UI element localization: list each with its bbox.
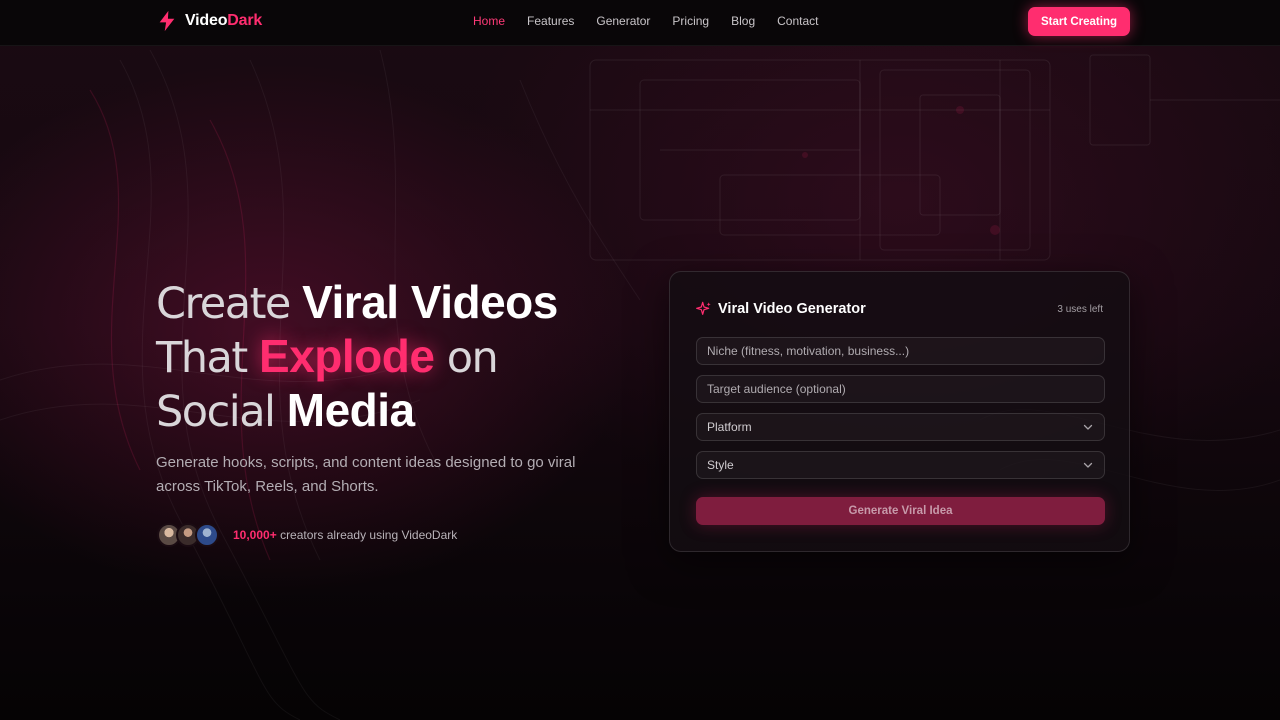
chevron-down-icon	[1083, 424, 1093, 430]
top-navigation-bar: VideoDark Home Features Generator Pricin…	[0, 0, 1280, 46]
avatar	[195, 523, 219, 547]
chevron-down-icon	[1083, 462, 1093, 468]
generator-title: Viral Video Generator	[718, 301, 866, 317]
brand-logo[interactable]: VideoDark	[156, 10, 262, 32]
creator-count-label: creators already using VideoDark	[280, 528, 458, 542]
style-select[interactable]: Style	[696, 451, 1105, 479]
nav-link-pricing[interactable]: Pricing	[672, 14, 709, 28]
nav-link-features[interactable]: Features	[527, 14, 574, 28]
hero-subtitle: Generate hooks, scripts, and content ide…	[156, 454, 576, 495]
uses-left-counter: 3 uses left	[1057, 304, 1103, 315]
nav-link-blog[interactable]: Blog	[731, 14, 755, 28]
niche-input[interactable]	[696, 337, 1105, 365]
social-proof: 10,000+ creators already using VideoDark	[157, 523, 457, 547]
brand-name: VideoDark	[185, 12, 263, 29]
generator-header: Viral Video Generator	[696, 301, 866, 317]
nav-links: Home Features Generator Pricing Blog Con…	[462, 14, 829, 28]
creator-avatars	[157, 523, 219, 547]
nav-link-generator[interactable]: Generator	[596, 14, 650, 28]
generate-viral-idea-button[interactable]: Generate Viral Idea	[696, 497, 1105, 525]
viral-video-generator-card: Viral Video Generator 3 uses left Platfo…	[669, 271, 1130, 552]
creator-count: 10,000+	[233, 528, 277, 542]
platform-select[interactable]: Platform	[696, 413, 1105, 441]
nav-link-home[interactable]: Home	[473, 14, 505, 28]
start-creating-button[interactable]: Start Creating	[1028, 7, 1130, 36]
style-select-label: Style	[707, 458, 734, 472]
social-proof-text: 10,000+ creators already using VideoDark	[233, 528, 457, 542]
sparkle-icon	[696, 301, 711, 315]
hero-headline: Create Viral Videos That Explode on Soci…	[156, 276, 558, 437]
lightning-bolt-icon	[159, 10, 175, 32]
nav-link-contact[interactable]: Contact	[777, 14, 818, 28]
platform-select-label: Platform	[707, 420, 752, 434]
target-audience-input[interactable]	[696, 375, 1105, 403]
